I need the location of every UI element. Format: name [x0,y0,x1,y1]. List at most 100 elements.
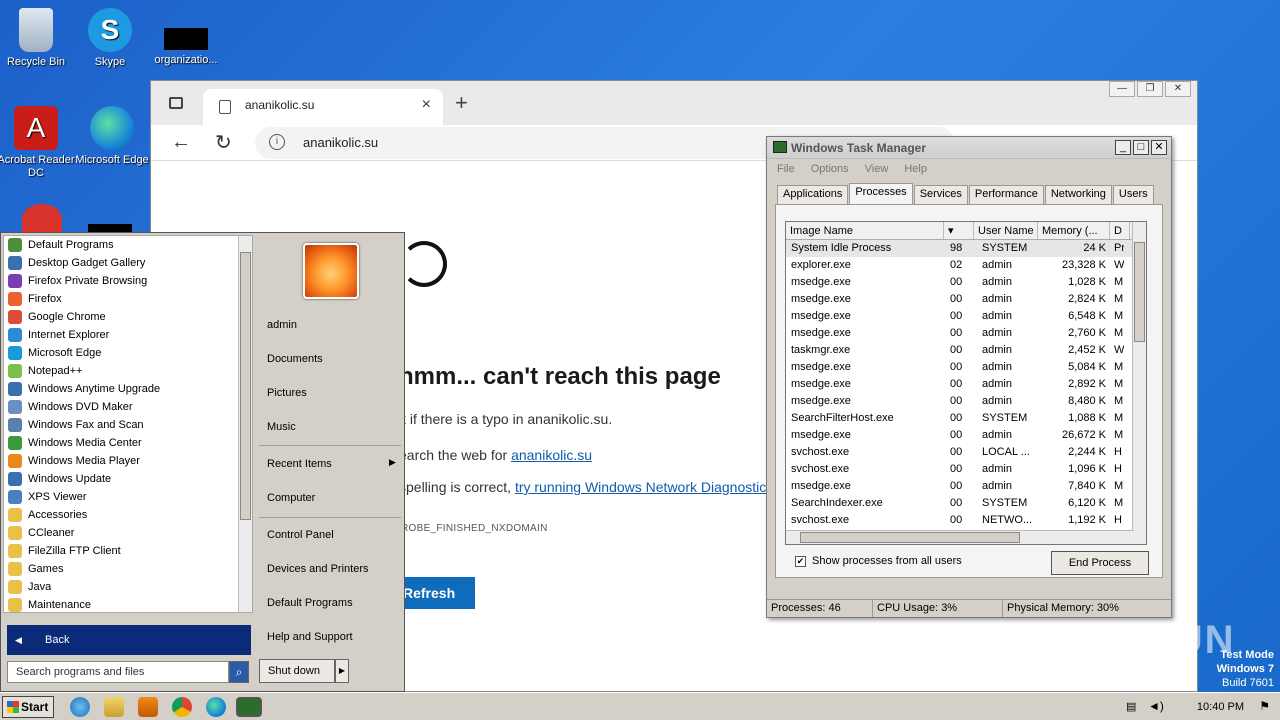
tab-services[interactable]: Services [913,185,968,204]
info-icon[interactable]: i [269,134,285,150]
horizontal-scrollbar[interactable] [786,530,1134,544]
program-item[interactable]: Notepad++ [4,362,252,380]
minimize-button[interactable]: _ [1115,140,1131,155]
internet-explorer-icon[interactable] [70,697,90,717]
menu-help[interactable]: Help [904,159,927,179]
process-list[interactable]: Image Name ▾ User Name Memory (... D Sys… [785,221,1147,545]
program-item[interactable]: XPS Viewer [4,488,252,506]
program-item[interactable]: Google Chrome [4,308,252,326]
column-image-name[interactable]: Image Name [786,222,944,239]
program-item[interactable]: Windows Update [4,470,252,488]
sort-down-icon[interactable]: ▾ [944,222,974,239]
process-row[interactable]: msedge.exe 00 admin 6,548 K M [786,308,1146,325]
program-item[interactable]: Windows DVD Maker [4,398,252,416]
program-item[interactable]: Windows Media Player [4,452,252,470]
scroll-thumb[interactable] [800,532,1020,543]
edge-taskbar-icon[interactable] [206,697,226,717]
checkbox-checked-icon[interactable]: ✔ [795,555,806,567]
start-link-pictures[interactable]: Pictures [267,387,307,399]
user-avatar[interactable] [303,243,359,299]
maximize-button[interactable]: ❐ [1137,81,1163,97]
desktop-icon-skype[interactable]: S Skype [70,8,150,69]
process-row[interactable]: explorer.exe 02 admin 23,328 K W [786,257,1146,274]
process-row[interactable]: msedge.exe 00 admin 26,672 K M [786,427,1146,444]
program-item[interactable]: Firefox Private Browsing [4,272,252,290]
programs-scrollbar[interactable] [238,236,252,612]
reload-icon[interactable]: ↻ [215,130,232,155]
start-link-recent-items[interactable]: Recent Items [267,458,332,470]
start-link-music[interactable]: Music [267,421,296,433]
program-item[interactable]: Java [4,578,252,596]
menu-file[interactable]: File [777,159,795,179]
program-item[interactable]: CCleaner [4,524,252,542]
process-row[interactable]: msedge.exe 00 admin 5,084 K M [786,359,1146,376]
process-row[interactable]: svchost.exe 00 admin 1,096 K H [786,461,1146,478]
process-row[interactable]: msedge.exe 00 admin 2,824 K M [786,291,1146,308]
shutdown-button[interactable]: Shut down [259,659,335,683]
vertical-scrollbar[interactable] [1132,222,1146,544]
network-diagnostics-link[interactable]: try running Windows Network Diagnostic [515,479,766,495]
program-item[interactable]: Default Programs [4,236,252,254]
process-row[interactable]: msedge.exe 00 admin 2,760 K M [786,325,1146,342]
program-item[interactable]: Microsoft Edge [4,344,252,362]
desktop-icon-recycle-bin[interactable]: Recycle Bin [0,8,76,69]
start-search-input[interactable]: Search programs and files [7,661,229,683]
process-row[interactable]: msedge.exe 00 admin 8,480 K M [786,393,1146,410]
close-button[interactable]: ✕ [1151,140,1167,155]
tab-performance[interactable]: Performance [968,185,1044,204]
process-row[interactable]: msedge.exe 00 admin 2,892 K M [786,376,1146,393]
process-row[interactable]: taskmgr.exe 00 admin 2,452 K W [786,342,1146,359]
start-link-user[interactable]: admin [267,319,297,331]
program-item[interactable]: Internet Explorer [4,326,252,344]
search-web-link[interactable]: ananikolic.su [511,447,592,463]
process-row[interactable]: msedge.exe 00 admin 7,840 K M [786,478,1146,495]
menu-options[interactable]: Options [811,159,849,179]
process-row[interactable]: SearchIndexer.exe 00 SYSTEM 6,120 K M [786,495,1146,512]
clock[interactable]: 10:40 PM [1197,701,1244,713]
tray-network-icon[interactable]: ▤ [1126,700,1136,713]
process-row[interactable]: svchost.exe 00 NETWO... 1,192 K H [786,512,1146,529]
process-row[interactable]: msedge.exe 00 admin 1,028 K M [786,274,1146,291]
start-link-devices-printers[interactable]: Devices and Printers [267,563,369,575]
chrome-icon[interactable] [172,697,192,717]
new-tab-icon[interactable]: + [455,90,468,116]
scroll-thumb[interactable] [240,252,251,520]
file-explorer-icon[interactable] [104,697,124,717]
process-row[interactable]: svchost.exe 00 LOCAL ... 2,244 K H [786,444,1146,461]
program-item[interactable]: Windows Fax and Scan [4,416,252,434]
action-center-flag-icon[interactable]: ⚑ [1259,699,1270,713]
desktop-icon-edge[interactable]: Microsoft Edge [72,106,152,167]
desktop-icon-acrobat[interactable]: A Acrobat Reader DC [0,106,76,180]
tab-applications[interactable]: Applications [777,185,849,204]
back-button[interactable]: ◀ Back [7,625,251,655]
scroll-thumb[interactable] [1134,242,1145,342]
end-process-button[interactable]: End Process [1051,551,1149,575]
program-item[interactable]: FileZilla FTP Client [4,542,252,560]
tab-processes[interactable]: Processes [849,183,913,204]
program-item[interactable]: Firefox [4,290,252,308]
desktop-icon-organization[interactable]: organizatio... [146,8,226,67]
tray-volume-icon[interactable]: ◄) [1148,699,1164,713]
start-button[interactable]: Start [2,696,54,718]
program-item[interactable]: Windows Anytime Upgrade [4,380,252,398]
shutdown-options-arrow-icon[interactable]: ▶ [335,659,349,683]
task-manager-taskbar-icon[interactable] [236,697,262,717]
process-row[interactable]: SearchFilterHost.exe 00 SYSTEM 1,088 K M [786,410,1146,427]
column-user-name[interactable]: User Name [974,222,1038,239]
menu-view[interactable]: View [865,159,889,179]
program-item[interactable]: Maintenance [4,596,252,614]
search-icon[interactable]: ⌕ [229,661,249,683]
refresh-button[interactable]: Refresh [395,577,475,609]
program-item[interactable]: Windows Media Center [4,434,252,452]
browser-tab[interactable]: ananikolic.su × [203,89,443,125]
minimize-button[interactable]: — [1109,81,1135,97]
start-link-computer[interactable]: Computer [267,492,315,504]
media-player-icon[interactable] [138,697,158,717]
start-link-default-programs[interactable]: Default Programs [267,597,353,609]
maximize-button[interactable]: □ [1133,140,1149,155]
tab-networking[interactable]: Networking [1044,185,1112,204]
show-all-processes-checkbox[interactable]: ✔ Show processes from all users [795,555,962,567]
program-item[interactable]: Accessories [4,506,252,524]
back-icon[interactable]: ← [171,131,191,154]
close-button[interactable]: ✕ [1165,81,1191,97]
